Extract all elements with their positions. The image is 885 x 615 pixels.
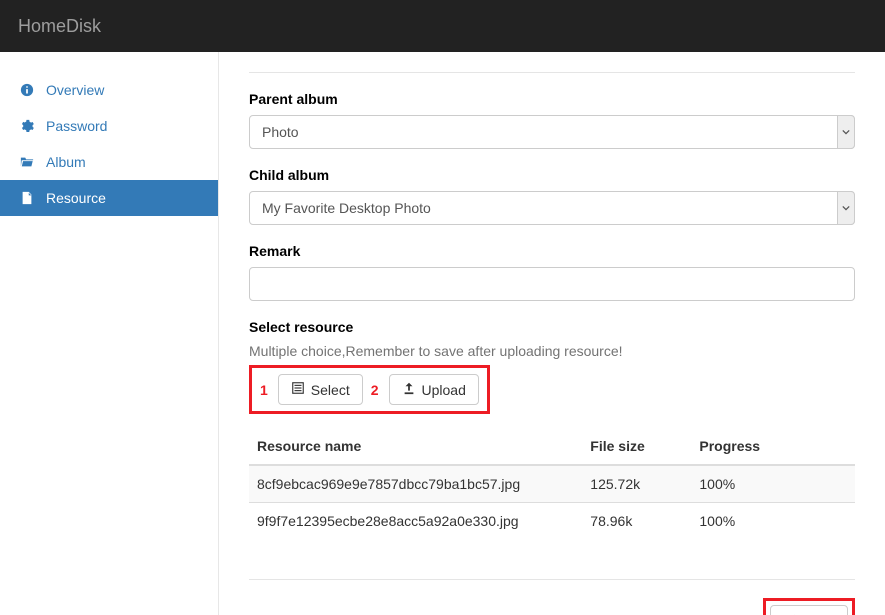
col-progress: Progress [691, 428, 855, 465]
cell-progress: 100% [691, 465, 855, 503]
col-resource-name: Resource name [249, 428, 582, 465]
remark-label: Remark [249, 243, 855, 259]
footer: 3 Save [249, 579, 855, 615]
table-row: 9f9f7e12395ecbe28e8acc5a92a0e330.jpg 78.… [249, 503, 855, 540]
upload-hint: Multiple choice,Remember to save after u… [249, 343, 855, 359]
table-row: 8cf9ebcac969e9e7857dbcc79ba1bc57.jpg 125… [249, 465, 855, 503]
cell-name: 9f9f7e12395ecbe28e8acc5a92a0e330.jpg [249, 503, 582, 540]
upload-button[interactable]: Upload [389, 374, 479, 405]
annotation-box-3: Save [763, 598, 855, 615]
cell-progress: 100% [691, 503, 855, 540]
list-icon [291, 381, 305, 398]
child-album-select[interactable]: My Favorite Desktop Photo [249, 191, 855, 225]
divider [249, 72, 855, 73]
main-content: Parent album Photo Child album My Favori… [219, 52, 885, 615]
remark-input[interactable] [249, 267, 855, 301]
sidebar: Overview Password Album Resource [0, 52, 219, 615]
save-button[interactable]: Save [770, 605, 848, 615]
parent-album-label: Parent album [249, 91, 855, 107]
sidebar-item-overview[interactable]: Overview [0, 72, 218, 108]
sidebar-item-password[interactable]: Password [0, 108, 218, 144]
sidebar-item-label: Resource [46, 190, 106, 206]
cell-size: 78.96k [582, 503, 691, 540]
folder-open-icon [18, 155, 36, 169]
select-button-label: Select [311, 382, 350, 398]
sidebar-item-label: Overview [46, 82, 104, 98]
sidebar-item-label: Password [46, 118, 107, 134]
sidebar-item-resource[interactable]: Resource [0, 180, 218, 216]
child-album-label: Child album [249, 167, 855, 183]
gear-icon [18, 119, 36, 133]
select-resource-label: Select resource [249, 319, 855, 335]
cell-size: 125.72k [582, 465, 691, 503]
sidebar-item-album[interactable]: Album [0, 144, 218, 180]
upload-icon [402, 381, 416, 398]
annotation-box-1: 1 Select 2 Upload [249, 365, 490, 414]
col-file-size: File size [582, 428, 691, 465]
brand: HomeDisk [18, 16, 101, 37]
select-button[interactable]: Select [278, 374, 363, 405]
file-icon [18, 191, 36, 205]
parent-album-select[interactable]: Photo [249, 115, 855, 149]
cell-name: 8cf9ebcac969e9e7857dbcc79ba1bc57.jpg [249, 465, 582, 503]
upload-button-label: Upload [422, 382, 466, 398]
annotation-number-2: 2 [371, 382, 379, 398]
info-icon [18, 83, 36, 97]
resource-table: Resource name File size Progress 8cf9ebc… [249, 428, 855, 539]
annotation-number-1: 1 [260, 382, 268, 398]
sidebar-item-label: Album [46, 154, 86, 170]
topbar: HomeDisk [0, 0, 885, 52]
